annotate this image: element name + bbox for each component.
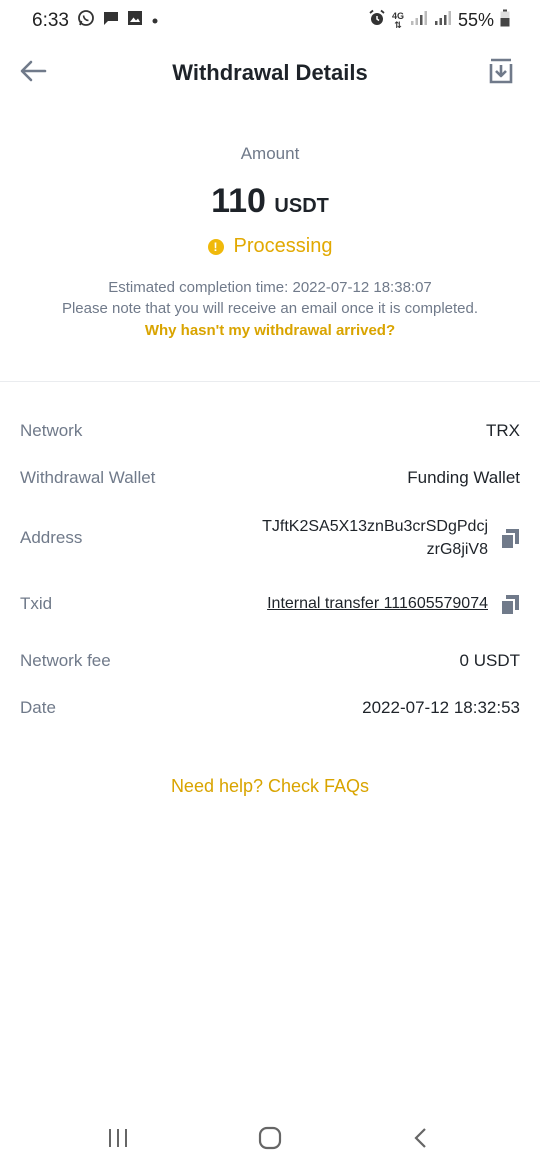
txid-value-wrap: Internal transfer 111605579074 bbox=[267, 594, 520, 616]
detail-row-address: Address TJftK2SA5X13znBu3crSDgPdcj zrG8j… bbox=[20, 515, 520, 561]
amount-unit: USDT bbox=[274, 195, 329, 217]
eta-text: Estimated completion time: 2022-07-12 18… bbox=[0, 277, 540, 319]
address-label: Address bbox=[20, 528, 83, 547]
recent-apps-button[interactable] bbox=[98, 1120, 138, 1160]
warning-circle-icon: ! bbox=[207, 238, 224, 255]
address-line-2: zrG8jiV8 bbox=[426, 541, 488, 558]
amount-label: Amount bbox=[240, 144, 300, 163]
network-value: TRX bbox=[486, 421, 520, 440]
amount-row: 110 USDT bbox=[0, 182, 540, 221]
alarm-icon bbox=[368, 9, 386, 32]
header: Withdrawal Details bbox=[0, 48, 540, 98]
home-icon bbox=[258, 1126, 282, 1155]
network-label: Network bbox=[20, 421, 83, 440]
detail-row-date: Date 2022-07-12 18:32:53 bbox=[20, 698, 520, 718]
status-row: ! Processing bbox=[0, 235, 540, 258]
address-value-wrap: TJftK2SA5X13znBu3crSDgPdcj zrG8jiV8 bbox=[262, 515, 520, 561]
status-bar: 6:33 4G ⇅ 55% bbox=[0, 0, 540, 40]
system-back-button[interactable] bbox=[400, 1120, 440, 1160]
status-bar-left: 6:33 bbox=[32, 9, 159, 32]
detail-row-network: Network TRX bbox=[20, 421, 520, 441]
fee-label: Network fee bbox=[20, 651, 111, 670]
copy-txid-icon[interactable] bbox=[500, 594, 520, 616]
date-value: 2022-07-12 18:32:53 bbox=[362, 698, 520, 717]
status-time: 6:33 bbox=[32, 9, 69, 31]
dot-icon bbox=[151, 12, 159, 30]
wallet-value: Funding Wallet bbox=[407, 468, 520, 487]
android-nav-bar bbox=[0, 1100, 540, 1170]
fee-value: 0 USDT bbox=[459, 651, 520, 670]
whatsapp-icon bbox=[77, 9, 95, 32]
withdrawal-help-link[interactable]: Why hasn't my withdrawal arrived? bbox=[0, 322, 540, 339]
address-value: TJftK2SA5X13znBu3crSDgPdcj zrG8jiV8 bbox=[262, 515, 488, 561]
eta-line-1: Estimated completion time: 2022-07-12 18… bbox=[108, 279, 432, 296]
chevron-left-icon bbox=[412, 1127, 428, 1154]
date-label: Date bbox=[20, 698, 56, 717]
wallet-label: Withdrawal Wallet bbox=[20, 468, 156, 487]
recent-apps-icon bbox=[107, 1128, 129, 1153]
signal-icon bbox=[410, 10, 428, 31]
home-button[interactable] bbox=[250, 1120, 290, 1160]
txid-label: Txid bbox=[20, 594, 53, 613]
amount-value: 110 bbox=[211, 182, 266, 220]
page-title: Withdrawal Details bbox=[172, 60, 368, 85]
network-type-label: 4G bbox=[391, 10, 404, 21]
share-download-icon bbox=[489, 58, 513, 89]
divider bbox=[0, 381, 540, 382]
status-text: Processing bbox=[233, 235, 333, 257]
txid-link[interactable]: Internal transfer 111605579074 bbox=[267, 595, 488, 613]
detail-row-wallet: Withdrawal Wallet Funding Wallet bbox=[20, 468, 520, 488]
faq-link[interactable]: Need help? Check FAQs bbox=[0, 776, 540, 797]
copy-address-icon[interactable] bbox=[500, 528, 520, 550]
detail-row-txid: Txid Internal transfer 111605579074 bbox=[20, 594, 520, 616]
share-button[interactable] bbox=[484, 56, 518, 90]
network-type-icon: 4G ⇅ bbox=[391, 10, 404, 30]
detail-row-fee: Network fee 0 USDT bbox=[20, 651, 520, 671]
gallery-icon bbox=[127, 10, 143, 31]
status-bar-right: 4G ⇅ 55% bbox=[368, 9, 510, 32]
eta-line-2: Please note that you will receive an ema… bbox=[61, 300, 479, 317]
battery-icon bbox=[500, 9, 510, 32]
chat-icon bbox=[103, 10, 119, 31]
address-line-1: TJftK2SA5X13znBu3crSDgPdcj bbox=[262, 518, 488, 535]
signal-icon-2 bbox=[434, 10, 452, 31]
battery-percent: 55% bbox=[457, 10, 494, 30]
